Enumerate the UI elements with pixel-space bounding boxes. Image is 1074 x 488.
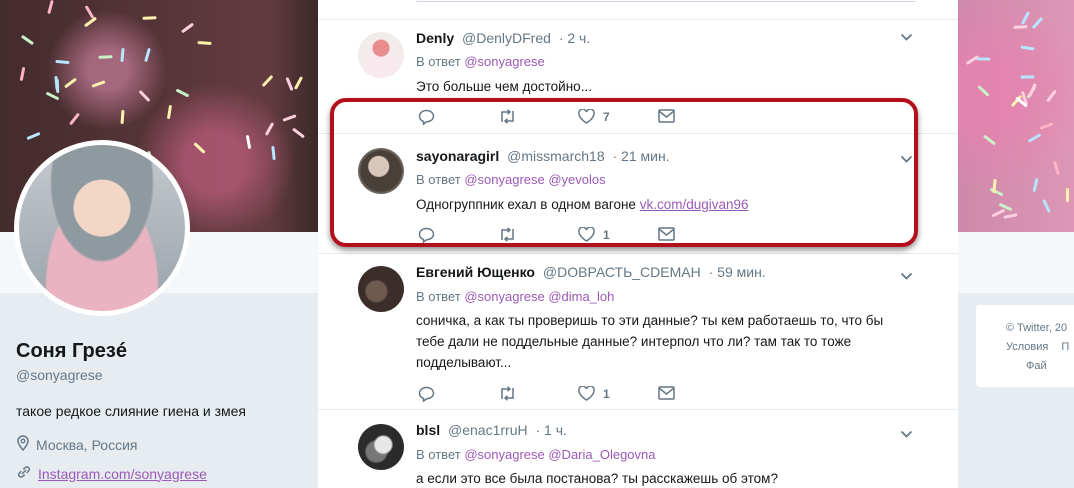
tweet-item[interactable]: Евгений Ющенко @DOВРАСТЬ_СDЕМАН · 59 мин… [318, 254, 958, 410]
tweet-author-name[interactable]: blsl [416, 422, 440, 438]
mention-link[interactable]: @sonyagrese [464, 289, 544, 304]
location-icon [16, 435, 30, 454]
mention-link[interactable]: @sonyagrese [464, 447, 544, 462]
tweet-actions: 1 [416, 386, 716, 404]
tweet-time[interactable]: · 1 ч. [535, 422, 566, 438]
tweet-avatar[interactable] [358, 266, 404, 312]
tweet-text: а если это все была постанова? ты расска… [416, 471, 778, 486]
chevron-down-icon[interactable] [900, 30, 913, 45]
tweet-author-name[interactable]: Denly [416, 30, 454, 46]
reply-prefix: В ответ [416, 447, 461, 462]
profile-avatar[interactable] [14, 140, 190, 316]
like-count: 1 [603, 386, 610, 401]
profile-website[interactable]: Instagram.com/sonyagrese [16, 464, 306, 483]
sprinkle [120, 109, 125, 124]
reply-button[interactable] [418, 386, 435, 402]
tweet-time[interactable]: · 59 мин. [709, 264, 766, 280]
reply-context: В ответ @sonyagrese @dima_loh [416, 289, 614, 304]
sprinkle [1020, 75, 1035, 79]
retweet-icon [498, 386, 517, 401]
tweet-text-line: подделывают... [416, 355, 512, 370]
like-icon [578, 386, 595, 401]
tweet-text: Это больше чем достойно... [416, 79, 592, 94]
tweet-header: Евгений Ющенко @DOВРАСТЬ_СDЕМАН · 59 мин… [416, 264, 766, 280]
highlight-annotation [330, 98, 918, 247]
tweet-author-handle[interactable]: @DOВРАСТЬ_СDЕМАН [543, 264, 701, 280]
reply-prefix: В ответ [416, 54, 461, 69]
tweet-text-line: тебе дали не поддельные данные? интерпол… [416, 334, 852, 349]
profile-card: Соня Грезé @sonyagrese такое редкое слия… [16, 340, 306, 483]
reply-icon [418, 386, 435, 402]
location-text: Москва, Россия [36, 436, 138, 453]
tweet-avatar[interactable] [358, 32, 404, 78]
reply-context: В ответ @sonyagrese [416, 54, 545, 69]
tweet-time[interactable]: · 2 ч. [559, 30, 590, 46]
tweet-avatar[interactable] [358, 424, 404, 470]
tweet-header: Denly @DenlyDFred · 2 ч. [416, 30, 590, 46]
sprinkle [1066, 187, 1070, 202]
mention-link[interactable]: @sonyagrese [464, 54, 544, 69]
direct-message-button[interactable] [658, 386, 675, 400]
tweet-item[interactable]: blsl @enac1rruH · 1 ч. В ответ @sonyagre… [318, 410, 958, 488]
profile-handle[interactable]: @sonyagrese [16, 367, 306, 383]
reply-prefix: В ответ [416, 289, 461, 304]
profile-name[interactable]: Соня Грезé [16, 340, 306, 363]
privacy-link[interactable]: П [1061, 341, 1069, 353]
website-link[interactable]: Instagram.com/sonyagrese [38, 466, 207, 482]
copyright-text: © Twitter, 20 [1006, 322, 1068, 334]
tweet-header: blsl @enac1rruH · 1 ч. [416, 422, 567, 438]
compose-box-edge [318, 0, 958, 20]
mention-link[interactable]: @Daria_Olegovna [548, 447, 655, 462]
tweet-author-handle[interactable]: @enac1rruH [448, 422, 528, 438]
cookies-link[interactable]: Фай [1006, 357, 1074, 376]
profile-bio: такое редкое слияние гиена и змея [16, 403, 247, 419]
sprinkle [97, 55, 113, 59]
tweet-author-handle[interactable]: @DenlyDFred [462, 30, 551, 46]
terms-link[interactable]: Условия [1006, 341, 1048, 353]
profile-location: Москва, Россия [16, 435, 306, 454]
tweet-author-name[interactable]: Евгений Ющенко [416, 264, 535, 280]
reply-context: В ответ @sonyagrese @Daria_Olegovna [416, 447, 656, 462]
tweet-text: соничка, а как ты проверишь то эти данны… [416, 310, 916, 373]
mention-link[interactable]: @dima_loh [548, 289, 614, 304]
direct-message-icon [658, 386, 675, 400]
chevron-down-icon[interactable] [900, 427, 913, 442]
link-icon [16, 464, 32, 483]
chevron-down-icon[interactable] [900, 269, 913, 284]
footer-card: © Twitter, 20 Условия П Фай [976, 305, 1074, 387]
footer-links: Условия П [1006, 338, 1074, 357]
retweet-button[interactable] [498, 386, 517, 401]
tweet-text-line: соничка, а как ты проверишь то эти данны… [416, 313, 884, 328]
like-button[interactable]: 1 [578, 386, 610, 401]
